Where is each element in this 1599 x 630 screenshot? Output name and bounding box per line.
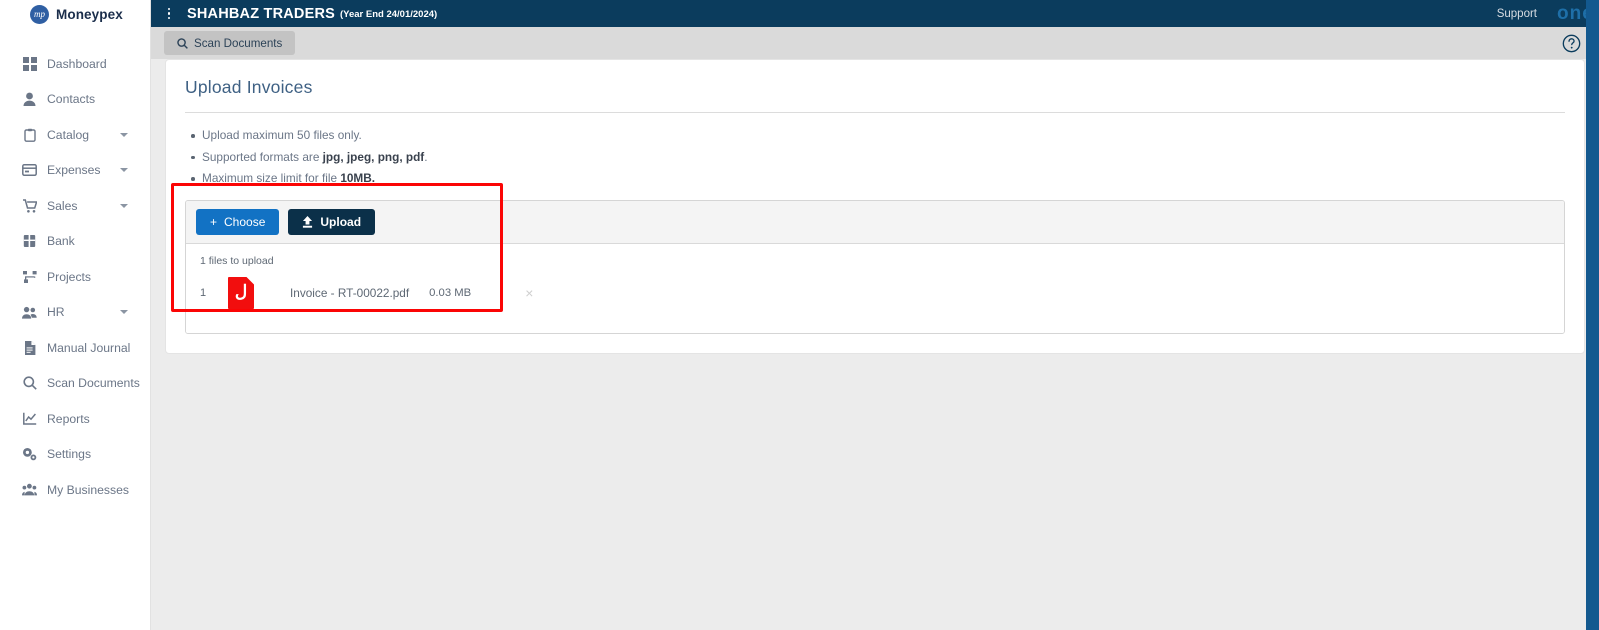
note-text: Supported formats are [202,149,323,164]
grid-icon [22,56,37,71]
sidebar-item-expenses[interactable]: Expenses [0,153,150,189]
page-title: Upload Invoices [185,77,313,97]
sidebar-item-label: Projects [47,269,92,284]
remove-file-button[interactable]: × [525,286,533,300]
note-item: Upload maximum 50 files only. [191,125,1565,147]
note-text-post: . [424,149,428,164]
cart-icon [22,198,37,213]
sidebar-item-label: Catalog [47,127,90,142]
support-link[interactable]: Support [1497,8,1537,20]
kebab-menu-icon[interactable] [161,7,177,20]
note-emphasis: 10MB. [340,171,376,185]
upload-invoices-card: Upload Invoices Upload maximum 50 files … [165,59,1585,354]
sidebar-item-manual-journal[interactable]: Manual Journal [0,330,150,366]
file-size: 0.03 MB [429,286,472,299]
uploader-file-list: 1 files to upload 1 ل Invoice - RT-00022… [186,243,1564,333]
question-circle-icon[interactable] [1562,34,1581,53]
sidebar-item-label: Expenses [47,163,101,178]
plus-icon: + [210,214,218,229]
people-group-icon [22,482,37,497]
sidebar-item-label: HR [47,305,65,320]
search-icon [22,376,37,391]
sidebar-item-hr[interactable]: HR [0,295,150,331]
card-icon [22,163,37,178]
year-end-label: (Year End 24/01/2024) [340,9,438,20]
sidebar-item-label: Bank [47,234,75,249]
sidebar-item-label: Manual Journal [47,340,131,355]
tab-toolbar: Scan Documents [151,27,1599,59]
tab-label: Scan Documents [194,36,283,50]
brand-name: Moneypex [56,6,123,22]
list-item: 1 ل Invoice - RT-00022.pdf 0.03 MB × [196,271,1554,315]
moneypex-logo-icon: mp [30,4,49,24]
page-scrollbar[interactable] [1586,0,1599,630]
upload-button[interactable]: Upload [288,208,376,235]
sidebar-item-label: Reports [47,411,90,426]
note-text: Maximum size limit for file [202,171,341,185]
file-uploader: + Choose Upload 1 files to upload 1 ل In… [185,199,1565,334]
sidebar-item-dashboard[interactable]: Dashboard [0,46,150,82]
sidebar-item-label: My Businesses [47,482,129,497]
gears-icon [22,447,37,462]
bank-icon [22,234,37,249]
pdf-file-icon: ل [228,276,254,309]
sidebar-item-projects[interactable]: Projects [0,259,150,295]
sidebar-item-sales[interactable]: Sales [0,188,150,224]
sidebar-item-label: Contacts [47,92,96,107]
uploader-toolbar: + Choose Upload [186,200,1564,244]
sidebar-item-contacts[interactable]: Contacts [0,82,150,118]
upload-arrow-icon [302,215,313,228]
sidebar-item-reports[interactable]: Reports [0,401,150,437]
title-divider [185,112,1565,113]
sidebar-item-scan-documents[interactable]: Scan Documents [0,366,150,402]
note-item: Supported formats are jpg, jpeg, png, pd… [191,147,1565,169]
tab-scan-documents[interactable]: Scan Documents [164,31,296,55]
chevron-down-icon [120,310,128,315]
files-to-upload-count: 1 files to upload [200,254,274,267]
sidebar-item-my-businesses[interactable]: My Businesses [0,472,150,508]
sidebar-item-label: Scan Documents [47,376,140,391]
choose-button-label: Choose [224,214,266,229]
file-index: 1 [200,286,207,299]
brand-logo[interactable]: mp Moneypex [0,0,150,28]
chevron-down-icon [120,132,128,137]
chart-line-icon [22,411,37,426]
top-bar: SHAHBAZ TRADERS (Year End 24/01/2024) Su… [151,0,1599,27]
uploader-region: + Choose Upload 1 files to upload 1 ل In… [185,199,1565,334]
clipboard-icon [22,127,37,142]
file-text-icon [22,340,37,355]
sidebar: mp Moneypex Dashboard Contacts Catalog E… [0,0,151,630]
note-emphasis: jpg, jpeg, png, pdf [322,149,425,164]
user-icon [22,92,37,107]
company-name: SHAHBAZ TRADERS [187,5,335,22]
choose-button[interactable]: + Choose [196,208,280,235]
sitemap-icon [22,269,37,284]
file-name: Invoice - RT-00022.pdf [290,285,410,300]
workspace: Upload Invoices Upload maximum 50 files … [151,59,1599,630]
sidebar-item-label: Sales [47,198,78,213]
sidebar-item-settings[interactable]: Settings [0,437,150,473]
note-text: Upload maximum 50 files only. [202,128,362,142]
sidebar-item-catalog[interactable]: Catalog [0,117,150,153]
sidebar-nav: Dashboard Contacts Catalog Expenses Sale… [0,46,150,508]
chevron-down-icon [120,203,128,208]
sidebar-item-label: Settings [47,447,92,462]
upload-button-label: Upload [320,214,362,229]
app-root: mp Moneypex Dashboard Contacts Catalog E… [0,0,1599,630]
chevron-down-icon [120,168,128,173]
search-icon [177,37,188,49]
upload-notes-list: Upload maximum 50 files only. Supported … [185,125,1565,190]
sidebar-item-label: Dashboard [47,56,107,71]
main-region: SHAHBAZ TRADERS (Year End 24/01/2024) Su… [151,0,1599,630]
note-item: Maximum size limit for file 10MB. [191,168,1565,190]
sidebar-item-bank[interactable]: Bank [0,224,150,260]
users-icon [22,305,37,320]
